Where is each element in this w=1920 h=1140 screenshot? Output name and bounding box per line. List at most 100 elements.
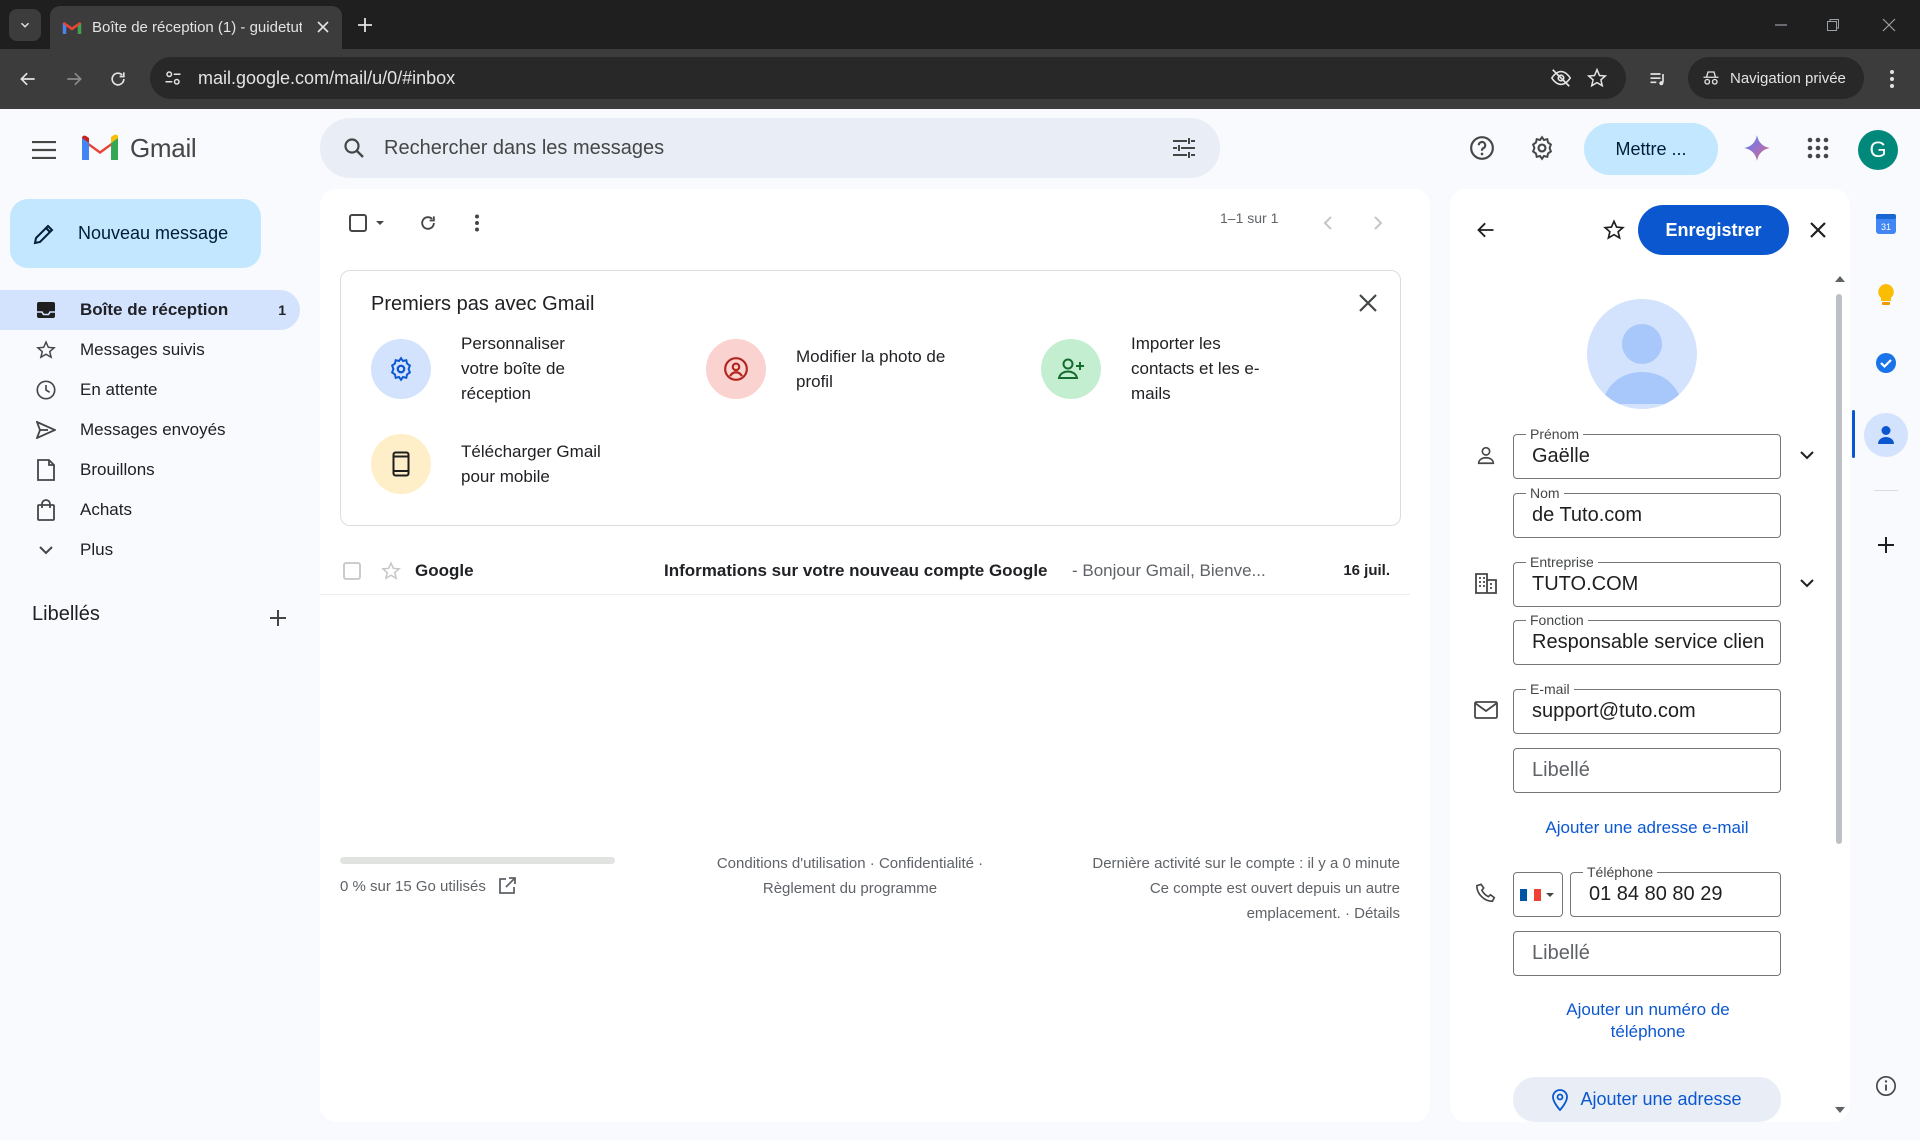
add-label-icon[interactable] [264,604,292,632]
search-input[interactable]: Rechercher dans les messages [384,137,664,160]
add-phone-link[interactable]: Ajouter un numéro de téléphone [1538,999,1758,1043]
calendar-icon[interactable]: 31 [1866,204,1906,244]
compose-button[interactable]: Nouveau message [10,199,261,268]
tasks-check-icon[interactable] [1866,343,1906,383]
star-icon[interactable] [380,560,402,582]
email-label-input[interactable]: Libellé [1532,759,1590,782]
bookmark-star-icon[interactable] [1582,63,1612,93]
sidebar-item-label: Boîte de réception [80,300,229,319]
company-field[interactable]: Entreprise TUTO.COM [1513,554,1781,607]
job-title-field[interactable]: Fonction Responsable service clien [1513,612,1781,665]
footer-terms-line[interactable]: Conditions d'utilisation · Confidentiali… [700,851,1000,876]
table-row[interactable]: Google Informations sur votre nouveau co… [320,547,1410,595]
gmail-logo[interactable]: Gmail [80,133,197,164]
phone-field[interactable]: Téléphone 01 84 80 80 29 [1570,864,1781,917]
company-input[interactable]: TUTO.COM [1532,573,1776,596]
last-name-field[interactable]: Nom de Tuto.com [1513,485,1781,538]
site-settings-icon[interactable] [158,63,188,93]
browser-tab[interactable]: Boîte de réception (1) - guidetuto [50,6,342,49]
settings-gear-icon[interactable] [1522,128,1562,168]
france-flag-icon [1520,888,1554,901]
job-title-input[interactable]: Responsable service clien [1532,631,1776,654]
incognito-badge[interactable]: Navigation privée [1688,57,1864,99]
chevron-down-icon[interactable] [1793,441,1821,469]
upgrade-button[interactable]: Mettre ... [1584,123,1718,175]
more-options-icon[interactable] [459,205,495,241]
promo-customize-inbox[interactable]: Personnaliser votre boîte de réception [371,331,651,406]
add-address-button[interactable]: Ajouter une adresse [1513,1077,1781,1122]
apps-grid-icon[interactable] [1798,128,1838,168]
inbox-icon [34,298,58,322]
promo-item-label: Importer les contacts et les e-mails [1131,334,1260,403]
search-options-icon[interactable] [1168,132,1200,164]
email-input[interactable]: support@tuto.com [1532,700,1776,723]
back-arrow-icon[interactable] [1470,214,1502,246]
mail-snippet: - Bonjour Gmail, Bienve... [1072,560,1266,580]
smartphone-icon [371,434,431,494]
reload-icon[interactable] [102,63,134,95]
select-all-checkbox[interactable] [340,205,396,241]
restore-icon[interactable] [1820,12,1846,38]
close-icon[interactable] [1802,214,1834,246]
gemini-sparkle-icon[interactable] [1737,128,1777,168]
close-icon[interactable] [1354,289,1382,317]
phone-label-input[interactable]: Libellé [1532,942,1590,965]
contact-photo[interactable] [1587,299,1697,409]
eye-off-icon[interactable] [1546,63,1576,93]
open-in-new-icon[interactable] [498,877,516,895]
chevron-down-icon[interactable] [1793,569,1821,597]
email-label-field[interactable]: Libellé [1513,748,1781,793]
tab-list-button[interactable] [9,9,41,41]
sidebar-item-starred[interactable]: Messages suivis [0,330,300,370]
promo-mobile-app[interactable]: Télécharger Gmail pour mobile [371,434,651,494]
search-icon[interactable] [330,124,378,172]
browser-menu-icon[interactable] [1876,63,1908,95]
close-window-icon[interactable] [1876,12,1902,38]
phone-label-field[interactable]: Libellé [1513,931,1781,976]
panel-scrollbar[interactable] [1836,294,1842,844]
forward-icon[interactable] [58,63,90,95]
address-bar[interactable]: mail.google.com/mail/u/0/#inbox [150,57,1626,99]
email-field[interactable]: E-mail support@tuto.com [1513,681,1781,734]
scroll-up-icon[interactable] [1834,275,1846,283]
storage-usage[interactable]: 0 % sur 15 Go utilisés [340,877,516,895]
country-code-selector[interactable] [1513,872,1563,917]
last-name-input[interactable]: de Tuto.com [1532,504,1776,527]
sidebar-item-purchases[interactable]: Achats [0,490,300,530]
promo-profile-photo[interactable]: Modifier la photo de profil [706,339,986,399]
tab-close-icon[interactable] [314,18,332,36]
account-avatar[interactable]: G [1858,130,1898,170]
help-icon[interactable] [1462,128,1502,168]
phone-input[interactable]: 01 84 80 80 29 [1589,883,1779,906]
refresh-icon[interactable] [410,205,446,241]
back-icon[interactable] [12,63,44,95]
scroll-down-icon[interactable] [1834,1106,1846,1114]
main-menu-icon[interactable] [24,130,64,170]
get-addons-plus-icon[interactable] [1866,525,1906,565]
row-checkbox[interactable] [342,561,362,581]
new-tab-button[interactable] [352,12,378,38]
media-control-icon[interactable] [1642,63,1674,95]
keep-bulb-icon[interactable] [1866,275,1906,315]
sidebar-item-snoozed[interactable]: En attente [0,370,300,410]
sidebar-item-inbox[interactable]: Boîte de réception 1 [0,290,300,330]
sidebar-item-sent[interactable]: Messages envoyés [0,410,300,450]
sidebar-item-more[interactable]: Plus [0,530,300,570]
footer-links[interactable]: Conditions d'utilisation · Confidentiali… [700,851,1000,901]
add-email-link[interactable]: Ajouter une adresse e-mail [1513,817,1781,839]
contacts-person-icon[interactable] [1864,413,1908,457]
first-name-input[interactable]: Gaëlle [1532,445,1776,468]
search-bar[interactable]: Rechercher dans les messages [320,118,1220,178]
first-name-field[interactable]: Prénom Gaëlle [1513,426,1781,479]
save-button[interactable]: Enregistrer [1638,205,1789,255]
browser-tabbar: Boîte de réception (1) - guidetuto [0,0,1920,49]
footer-terms-line[interactable]: Règlement du programme [700,876,1000,901]
minimize-icon[interactable] [1768,12,1794,38]
sidebar-item-drafts[interactable]: Brouillons [0,450,300,490]
activity-details-link[interactable]: emplacement. · Détails [1040,901,1400,926]
next-page-icon[interactable] [1360,205,1396,241]
star-icon[interactable] [1598,214,1630,246]
info-icon[interactable] [1866,1066,1906,1106]
promo-import-contacts[interactable]: Importer les contacts et les e-mails [1041,331,1341,406]
prev-page-icon[interactable] [1310,205,1346,241]
